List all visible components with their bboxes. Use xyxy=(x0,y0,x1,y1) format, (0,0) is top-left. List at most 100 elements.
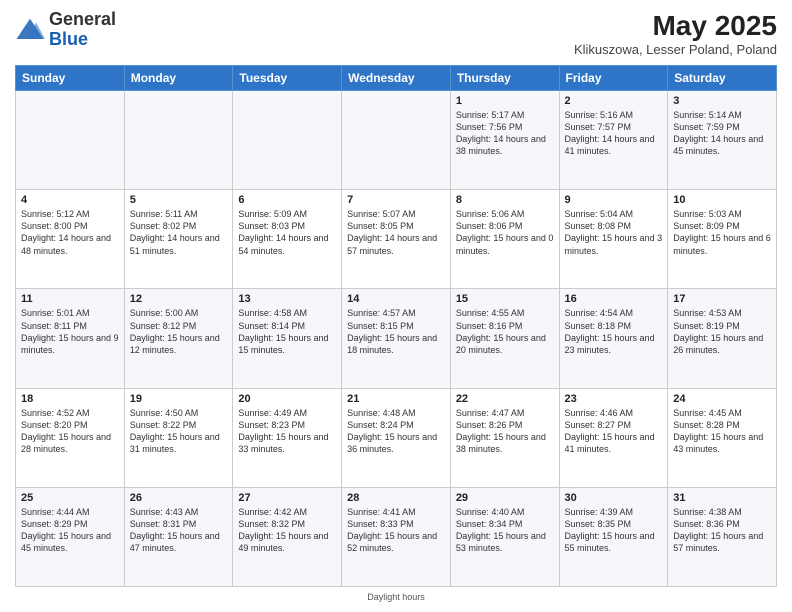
day-number: 26 xyxy=(130,492,228,504)
day-info: Sunrise: 5:03 AM Sunset: 8:09 PM Dayligh… xyxy=(673,208,771,257)
day-info: Sunrise: 4:58 AM Sunset: 8:14 PM Dayligh… xyxy=(238,307,336,356)
day-info: Sunrise: 5:14 AM Sunset: 7:59 PM Dayligh… xyxy=(673,109,771,158)
day-info: Sunrise: 5:17 AM Sunset: 7:56 PM Dayligh… xyxy=(456,109,554,158)
calendar-cell xyxy=(124,91,233,190)
footer-note: Daylight hours xyxy=(15,592,777,602)
day-number: 24 xyxy=(673,393,771,405)
day-info: Sunrise: 4:41 AM Sunset: 8:33 PM Dayligh… xyxy=(347,506,445,555)
day-number: 30 xyxy=(565,492,663,504)
weekday-header-sunday: Sunday xyxy=(16,66,125,91)
day-info: Sunrise: 4:42 AM Sunset: 8:32 PM Dayligh… xyxy=(238,506,336,555)
calendar-week-1: 1Sunrise: 5:17 AM Sunset: 7:56 PM Daylig… xyxy=(16,91,777,190)
day-info: Sunrise: 4:50 AM Sunset: 8:22 PM Dayligh… xyxy=(130,407,228,456)
subtitle: Klikuszowa, Lesser Poland, Poland xyxy=(574,42,777,57)
day-info: Sunrise: 4:55 AM Sunset: 8:16 PM Dayligh… xyxy=(456,307,554,356)
calendar-cell: 6Sunrise: 5:09 AM Sunset: 8:03 PM Daylig… xyxy=(233,190,342,289)
calendar-cell: 24Sunrise: 4:45 AM Sunset: 8:28 PM Dayli… xyxy=(668,388,777,487)
calendar-cell: 25 Sunrise: 4:44 AM Sunset: 8:29 PM Dayli… xyxy=(16,487,125,586)
calendar-cell: 29 Sunrise: 4:40 AM Sunset: 8:34 PM Dayli… xyxy=(450,487,559,586)
calendar-cell: 21 Sunrise: 4:48 AM Sunset: 8:24 PM Dayli… xyxy=(342,388,451,487)
calendar-week-4: 18 Sunrise: 4:52 AM Sunset: 8:20 PM Dayli… xyxy=(16,388,777,487)
calendar-cell: 9 Sunrise: 5:04 AM Sunset: 8:08 PM Daylig… xyxy=(559,190,668,289)
day-info: Sunrise: 5:04 AM Sunset: 8:08 PM Dayligh… xyxy=(565,208,663,257)
day-info: Sunrise: 4:57 AM Sunset: 8:15 PM Dayligh… xyxy=(347,307,445,356)
calendar-cell: 1Sunrise: 5:17 AM Sunset: 7:56 PM Daylig… xyxy=(450,91,559,190)
day-info: Sunrise: 4:38 AM Sunset: 8:36 PM Dayligh… xyxy=(673,506,771,555)
calendar-cell: 16Sunrise: 4:54 AM Sunset: 8:18 PM Dayli… xyxy=(559,289,668,388)
day-number: 31 xyxy=(673,492,771,504)
calendar-cell: 14Sunrise: 4:57 AM Sunset: 8:15 PM Dayli… xyxy=(342,289,451,388)
day-info: Sunrise: 5:12 AM Sunset: 8:00 PM Dayligh… xyxy=(21,208,119,257)
day-info: Sunrise: 4:46 AM Sunset: 8:27 PM Dayligh… xyxy=(565,407,663,456)
day-info: Sunrise: 4:39 AM Sunset: 8:35 PM Dayligh… xyxy=(565,506,663,555)
title-block: May 2025 Klikuszowa, Lesser Poland, Pola… xyxy=(574,10,777,57)
day-number: 27 xyxy=(238,492,336,504)
day-info: Sunrise: 4:44 AM Sunset: 8:29 PM Dayligh… xyxy=(21,506,119,555)
weekday-header-thursday: Thursday xyxy=(450,66,559,91)
logo-text: General Blue xyxy=(49,10,116,50)
weekday-header-saturday: Saturday xyxy=(668,66,777,91)
day-number: 13 xyxy=(238,293,336,305)
calendar-cell: 5 Sunrise: 5:11 AM Sunset: 8:02 PM Daylig… xyxy=(124,190,233,289)
day-number: 7 xyxy=(347,194,445,206)
calendar-cell: 4Sunrise: 5:12 AM Sunset: 8:00 PM Daylig… xyxy=(16,190,125,289)
day-info: Sunrise: 4:48 AM Sunset: 8:24 PM Dayligh… xyxy=(347,407,445,456)
day-number: 9 xyxy=(565,194,663,206)
calendar-cell: 20 Sunrise: 4:49 AM Sunset: 8:23 PM Dayli… xyxy=(233,388,342,487)
day-number: 12 xyxy=(130,293,228,305)
calendar-cell: 8Sunrise: 5:06 AM Sunset: 8:06 PM Daylig… xyxy=(450,190,559,289)
calendar-cell: 2Sunrise: 5:16 AM Sunset: 7:57 PM Daylig… xyxy=(559,91,668,190)
calendar-cell xyxy=(16,91,125,190)
day-info: Sunrise: 5:07 AM Sunset: 8:05 PM Dayligh… xyxy=(347,208,445,257)
calendar-cell: 27 Sunrise: 4:42 AM Sunset: 8:32 PM Dayli… xyxy=(233,487,342,586)
calendar-table: SundayMondayTuesdayWednesdayThursdayFrid… xyxy=(15,65,777,587)
day-number: 11 xyxy=(21,293,119,305)
calendar-cell: 18 Sunrise: 4:52 AM Sunset: 8:20 PM Dayli… xyxy=(16,388,125,487)
day-number: 15 xyxy=(456,293,554,305)
day-number: 21 xyxy=(347,393,445,405)
day-number: 20 xyxy=(238,393,336,405)
day-number: 28 xyxy=(347,492,445,504)
day-info: Sunrise: 4:47 AM Sunset: 8:26 PM Dayligh… xyxy=(456,407,554,456)
calendar-cell: 30 Sunrise: 4:39 AM Sunset: 8:35 PM Dayli… xyxy=(559,487,668,586)
calendar-cell xyxy=(342,91,451,190)
day-info: Sunrise: 5:09 AM Sunset: 8:03 PM Dayligh… xyxy=(238,208,336,257)
day-info: Sunrise: 4:49 AM Sunset: 8:23 PM Dayligh… xyxy=(238,407,336,456)
calendar-cell: 19 Sunrise: 4:50 AM Sunset: 8:22 PM Dayli… xyxy=(124,388,233,487)
page: General Blue May 2025 Klikuszowa, Lesser… xyxy=(0,0,792,612)
logo-icon xyxy=(15,15,45,45)
day-info: Sunrise: 4:40 AM Sunset: 8:34 PM Dayligh… xyxy=(456,506,554,555)
header: General Blue May 2025 Klikuszowa, Lesser… xyxy=(15,10,777,57)
weekday-header-monday: Monday xyxy=(124,66,233,91)
calendar-week-5: 25 Sunrise: 4:44 AM Sunset: 8:29 PM Dayli… xyxy=(16,487,777,586)
calendar-cell: 15 Sunrise: 4:55 AM Sunset: 8:16 PM Dayli… xyxy=(450,289,559,388)
day-number: 19 xyxy=(130,393,228,405)
day-number: 23 xyxy=(565,393,663,405)
day-info: Sunrise: 4:53 AM Sunset: 8:19 PM Dayligh… xyxy=(673,307,771,356)
weekday-header-wednesday: Wednesday xyxy=(342,66,451,91)
calendar-cell: 26Sunrise: 4:43 AM Sunset: 8:31 PM Dayli… xyxy=(124,487,233,586)
calendar-header-row: SundayMondayTuesdayWednesdayThursdayFrid… xyxy=(16,66,777,91)
weekday-header-friday: Friday xyxy=(559,66,668,91)
day-info: Sunrise: 5:11 AM Sunset: 8:02 PM Dayligh… xyxy=(130,208,228,257)
day-number: 29 xyxy=(456,492,554,504)
day-number: 18 xyxy=(21,393,119,405)
calendar-week-3: 11 Sunrise: 5:01 AM Sunset: 8:11 PM Dayli… xyxy=(16,289,777,388)
weekday-header-tuesday: Tuesday xyxy=(233,66,342,91)
logo: General Blue xyxy=(15,10,116,50)
day-number: 16 xyxy=(565,293,663,305)
calendar-cell: 28 Sunrise: 4:41 AM Sunset: 8:33 PM Dayli… xyxy=(342,487,451,586)
calendar-cell: 13 Sunrise: 4:58 AM Sunset: 8:14 PM Dayli… xyxy=(233,289,342,388)
day-info: Sunrise: 5:01 AM Sunset: 8:11 PM Dayligh… xyxy=(21,307,119,356)
day-number: 8 xyxy=(456,194,554,206)
day-number: 25 xyxy=(21,492,119,504)
day-info: Sunrise: 4:52 AM Sunset: 8:20 PM Dayligh… xyxy=(21,407,119,456)
day-number: 5 xyxy=(130,194,228,206)
day-number: 2 xyxy=(565,95,663,107)
day-number: 3 xyxy=(673,95,771,107)
calendar-week-2: 4Sunrise: 5:12 AM Sunset: 8:00 PM Daylig… xyxy=(16,190,777,289)
main-title: May 2025 xyxy=(574,10,777,42)
calendar-cell: 22Sunrise: 4:47 AM Sunset: 8:26 PM Dayli… xyxy=(450,388,559,487)
calendar-cell: 7 Sunrise: 5:07 AM Sunset: 8:05 PM Daylig… xyxy=(342,190,451,289)
day-info: Sunrise: 5:00 AM Sunset: 8:12 PM Dayligh… xyxy=(130,307,228,356)
